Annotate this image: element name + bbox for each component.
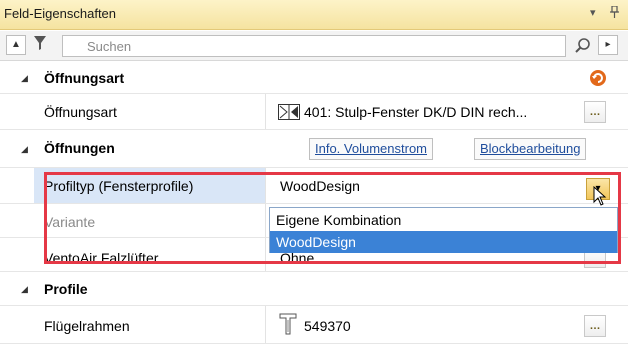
category-oeffnungen[interactable]: ◢ Öffnungen Info. Volumenstrom Blockbear… xyxy=(0,130,628,168)
properties-panel: Feld-Eigenschaften ▾ ▲ ▸ ◢ Öffnungsart Ö… xyxy=(0,0,628,344)
property-label: Öffnungsart xyxy=(44,104,117,120)
property-value-cell[interactable]: 401: Stulp-Fenster DK/D DIN rech... … xyxy=(266,94,628,129)
category-label: Profile xyxy=(44,281,88,297)
property-label-cell: Profiltyp (Fensterprofile) xyxy=(34,168,266,203)
property-row-oeffnungsart[interactable]: Öffnungsart 401: Stulp-Fenster DK/D DIN … xyxy=(0,94,628,130)
browse-button[interactable]: … xyxy=(584,315,606,337)
search-input[interactable] xyxy=(63,36,565,56)
property-row-profiltyp[interactable]: Profiltyp (Fensterprofile) WoodDesign xyxy=(0,168,628,204)
property-value-cell[interactable]: WoodDesign xyxy=(266,168,628,203)
arrow-right-icon[interactable]: ▸ xyxy=(598,35,618,55)
property-label-cell: Öffnungsart xyxy=(34,94,266,129)
property-label: VentoAir Falzlüfter xyxy=(44,250,159,266)
category-label: Öffnungen xyxy=(44,140,115,156)
panel-title: Feld-Eigenschaften xyxy=(4,6,117,21)
property-value-cell[interactable]: 549370 … xyxy=(266,306,628,343)
property-label: Flügelrahmen xyxy=(44,318,130,334)
profiltyp-dropdown-list[interactable]: Eigene Kombination WoodDesign xyxy=(269,207,618,253)
window-type-icon xyxy=(278,104,300,125)
pin-icon[interactable] xyxy=(610,5,619,21)
browse-button[interactable]: … xyxy=(584,101,606,123)
reset-icon[interactable] xyxy=(586,67,610,89)
property-value: 549370 xyxy=(304,318,351,334)
search-toolbar: ▲ ▸ xyxy=(0,31,628,61)
info-volumenstrom-button[interactable]: Info. Volumenstrom xyxy=(309,138,433,160)
collapse-icon[interactable]: ◢ xyxy=(21,284,28,295)
search-box[interactable] xyxy=(62,35,566,57)
category-profile[interactable]: ◢ Profile xyxy=(0,272,628,306)
collapse-icon[interactable]: ◢ xyxy=(21,144,28,155)
category-label: Öffnungsart xyxy=(44,70,125,86)
property-label-cell: Flügelrahmen xyxy=(34,306,266,343)
panel-titlebar: Feld-Eigenschaften ▾ xyxy=(0,0,628,30)
profile-icon xyxy=(278,312,298,341)
category-oeffnungsart[interactable]: ◢ Öffnungsart xyxy=(0,62,628,94)
property-label-cell: Variante xyxy=(34,204,266,237)
search-icon[interactable] xyxy=(574,37,592,60)
property-label-cell: VentoAir Falzlüfter xyxy=(34,238,266,271)
blockbearbeitung-button[interactable]: Blockbearbeitung xyxy=(474,138,587,160)
filter-icon[interactable] xyxy=(30,35,50,55)
collapse-icon[interactable]: ◢ xyxy=(21,73,28,84)
dropdown-option-selected[interactable]: WoodDesign xyxy=(270,231,617,253)
property-label: Profiltyp (Fensterprofile) xyxy=(44,178,194,194)
property-value: 401: Stulp-Fenster DK/D DIN rech... xyxy=(304,104,528,120)
dropdown-arrow-icon[interactable]: ▾ xyxy=(590,6,596,19)
property-label: Variante xyxy=(44,214,96,230)
dropdown-option[interactable]: Eigene Kombination xyxy=(270,209,617,231)
property-value: WoodDesign xyxy=(280,178,360,194)
caret-up-icon[interactable]: ▲ xyxy=(6,35,26,55)
mouse-cursor-icon xyxy=(593,185,607,211)
property-row-fluegelrahmen[interactable]: Flügelrahmen 549370 … xyxy=(0,306,628,344)
